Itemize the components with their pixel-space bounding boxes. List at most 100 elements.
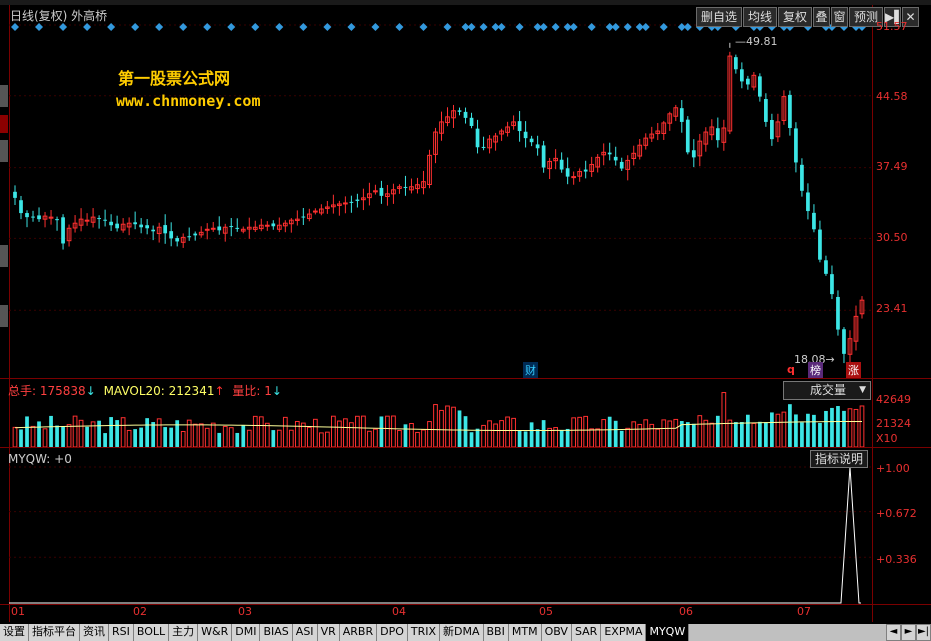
left-tab[interactable] bbox=[0, 305, 8, 327]
indicator-tab-bar: 设置 指标平台 资讯 RSI BOLL 主力 W&R DMI BIAS ASI VR ARBR DPO T… bbox=[0, 624, 931, 641]
volume-bar-down bbox=[145, 418, 150, 447]
tab-dmi[interactable]: DMI bbox=[232, 624, 261, 641]
tab-arbr[interactable]: ARBR bbox=[339, 624, 378, 641]
tab-bbi[interactable]: BBI bbox=[483, 624, 509, 641]
volume-bar-down bbox=[379, 416, 384, 447]
tab-boll[interactable]: BOLL bbox=[133, 624, 170, 641]
tab-w-r[interactable]: W&R bbox=[198, 624, 233, 641]
candle-body-down bbox=[145, 225, 150, 229]
scroll-left-icon[interactable]: ◄ bbox=[886, 624, 901, 641]
volume-bar-up bbox=[511, 417, 516, 447]
volume-bar-up bbox=[120, 417, 126, 447]
left-tab[interactable] bbox=[0, 245, 8, 267]
tab-asi[interactable]: ASI bbox=[292, 624, 318, 641]
volume-bar-down bbox=[529, 422, 534, 447]
tab-trix[interactable]: TRIX bbox=[407, 624, 441, 641]
signal-diamond bbox=[467, 23, 476, 31]
price-tick: 51.57 bbox=[876, 20, 908, 33]
tab-[interactable]: 资讯 bbox=[80, 624, 109, 641]
left-tab-active[interactable] bbox=[0, 115, 8, 133]
tab-[interactable]: 设置 bbox=[0, 624, 29, 641]
signal-diamond bbox=[275, 23, 284, 31]
volume-bar-up bbox=[343, 418, 348, 447]
volume-bar-up bbox=[655, 428, 661, 447]
candle-body-down bbox=[139, 224, 144, 228]
panel-divider bbox=[0, 378, 931, 379]
candle-body-up bbox=[312, 210, 318, 213]
volume-bar-down bbox=[217, 432, 222, 447]
volume-indicator-select[interactable]: 成交量 ▼ bbox=[783, 381, 871, 400]
moving-average-button[interactable]: 均线 bbox=[742, 7, 777, 27]
tab-obv[interactable]: OBV bbox=[541, 624, 572, 641]
volume-bar-up bbox=[409, 423, 414, 447]
window-button[interactable]: 窗 bbox=[830, 7, 848, 27]
volume-bar-down bbox=[715, 415, 720, 447]
volume-bar-up bbox=[577, 416, 583, 447]
finance-badge[interactable]: 财 bbox=[523, 362, 538, 378]
tab-myqw[interactable]: MYQW bbox=[646, 624, 690, 641]
volume-ratio-value: 1 bbox=[264, 384, 272, 398]
candle-body-down bbox=[836, 296, 840, 330]
signal-diamond bbox=[131, 23, 140, 31]
q-badge[interactable]: q bbox=[787, 363, 795, 376]
indicator-help-button[interactable]: 指标说明 bbox=[810, 450, 869, 468]
volume-bar-up bbox=[222, 425, 228, 447]
tab-[interactable]: 指标平台 bbox=[29, 624, 80, 641]
candle-body-down bbox=[613, 156, 618, 161]
volume-bar-down bbox=[163, 427, 168, 447]
volume-bar-up bbox=[415, 431, 420, 447]
indicator-tick: +1.00 bbox=[876, 462, 910, 475]
tab-rsi[interactable]: RSI bbox=[109, 624, 134, 641]
ranking-badge[interactable]: 榜 bbox=[808, 362, 823, 378]
overlay-button[interactable]: 叠 bbox=[812, 7, 830, 27]
indicator-chart[interactable] bbox=[9, 447, 872, 604]
volume-bar-up bbox=[210, 422, 216, 447]
scroll-end-icon[interactable]: ►| bbox=[916, 624, 931, 641]
volume-bar-down bbox=[806, 413, 810, 447]
volume-bar-up bbox=[583, 415, 589, 447]
tab-dma[interactable]: 新DMA bbox=[440, 624, 484, 641]
candle-body-down bbox=[475, 128, 480, 148]
volume-bar-up bbox=[30, 425, 36, 447]
volume-bar-up bbox=[697, 415, 703, 447]
volume-tick: 21324 bbox=[876, 417, 911, 430]
volume-bar-down bbox=[403, 424, 408, 447]
adjusted-price-button[interactable]: 复权 bbox=[777, 7, 812, 27]
down-arrow-icon: ↓ bbox=[271, 384, 282, 398]
candle-body-down bbox=[818, 229, 822, 260]
volume-bar-down bbox=[745, 414, 750, 447]
volume-bar-down bbox=[535, 429, 540, 447]
tab-vr[interactable]: VR bbox=[317, 624, 340, 641]
candle-body-up bbox=[210, 227, 216, 230]
tab-sar[interactable]: SAR bbox=[571, 624, 602, 641]
tab-[interactable]: 主力 bbox=[169, 624, 199, 641]
candle-body-down bbox=[619, 161, 624, 169]
volume-bar-down bbox=[733, 422, 738, 447]
tab-expma[interactable]: EXPMA bbox=[601, 624, 647, 641]
signal-diamond bbox=[35, 23, 44, 31]
volume-bar-down bbox=[463, 416, 468, 447]
volume-bar-up bbox=[276, 429, 282, 447]
candle-body-up bbox=[204, 228, 210, 231]
signal-diamond bbox=[569, 23, 578, 31]
volume-bar-up bbox=[126, 429, 132, 447]
candle-body-down bbox=[457, 110, 462, 112]
volume-bar-up bbox=[294, 420, 300, 447]
volume-bar-down bbox=[685, 422, 690, 447]
remove-favorite-button[interactable]: 删自选 bbox=[695, 7, 742, 27]
volume-bar-up bbox=[451, 406, 456, 447]
month-label: 07 bbox=[797, 605, 811, 618]
tab-bar-spacer bbox=[689, 624, 886, 641]
tab-mtm[interactable]: MTM bbox=[508, 624, 542, 641]
tab-dpo[interactable]: DPO bbox=[377, 624, 408, 641]
candle-body-down bbox=[481, 146, 486, 148]
tab-bias[interactable]: BIAS bbox=[260, 624, 293, 641]
volume-bar-down bbox=[151, 422, 156, 447]
candle-body-down bbox=[691, 150, 696, 158]
limit-up-badge[interactable]: 涨 bbox=[846, 362, 861, 378]
price-chart[interactable] bbox=[9, 5, 872, 378]
candle-body-down bbox=[103, 219, 107, 221]
scroll-right-icon[interactable]: ► bbox=[901, 624, 916, 641]
left-tab[interactable] bbox=[0, 85, 8, 107]
left-tab[interactable] bbox=[0, 140, 8, 162]
